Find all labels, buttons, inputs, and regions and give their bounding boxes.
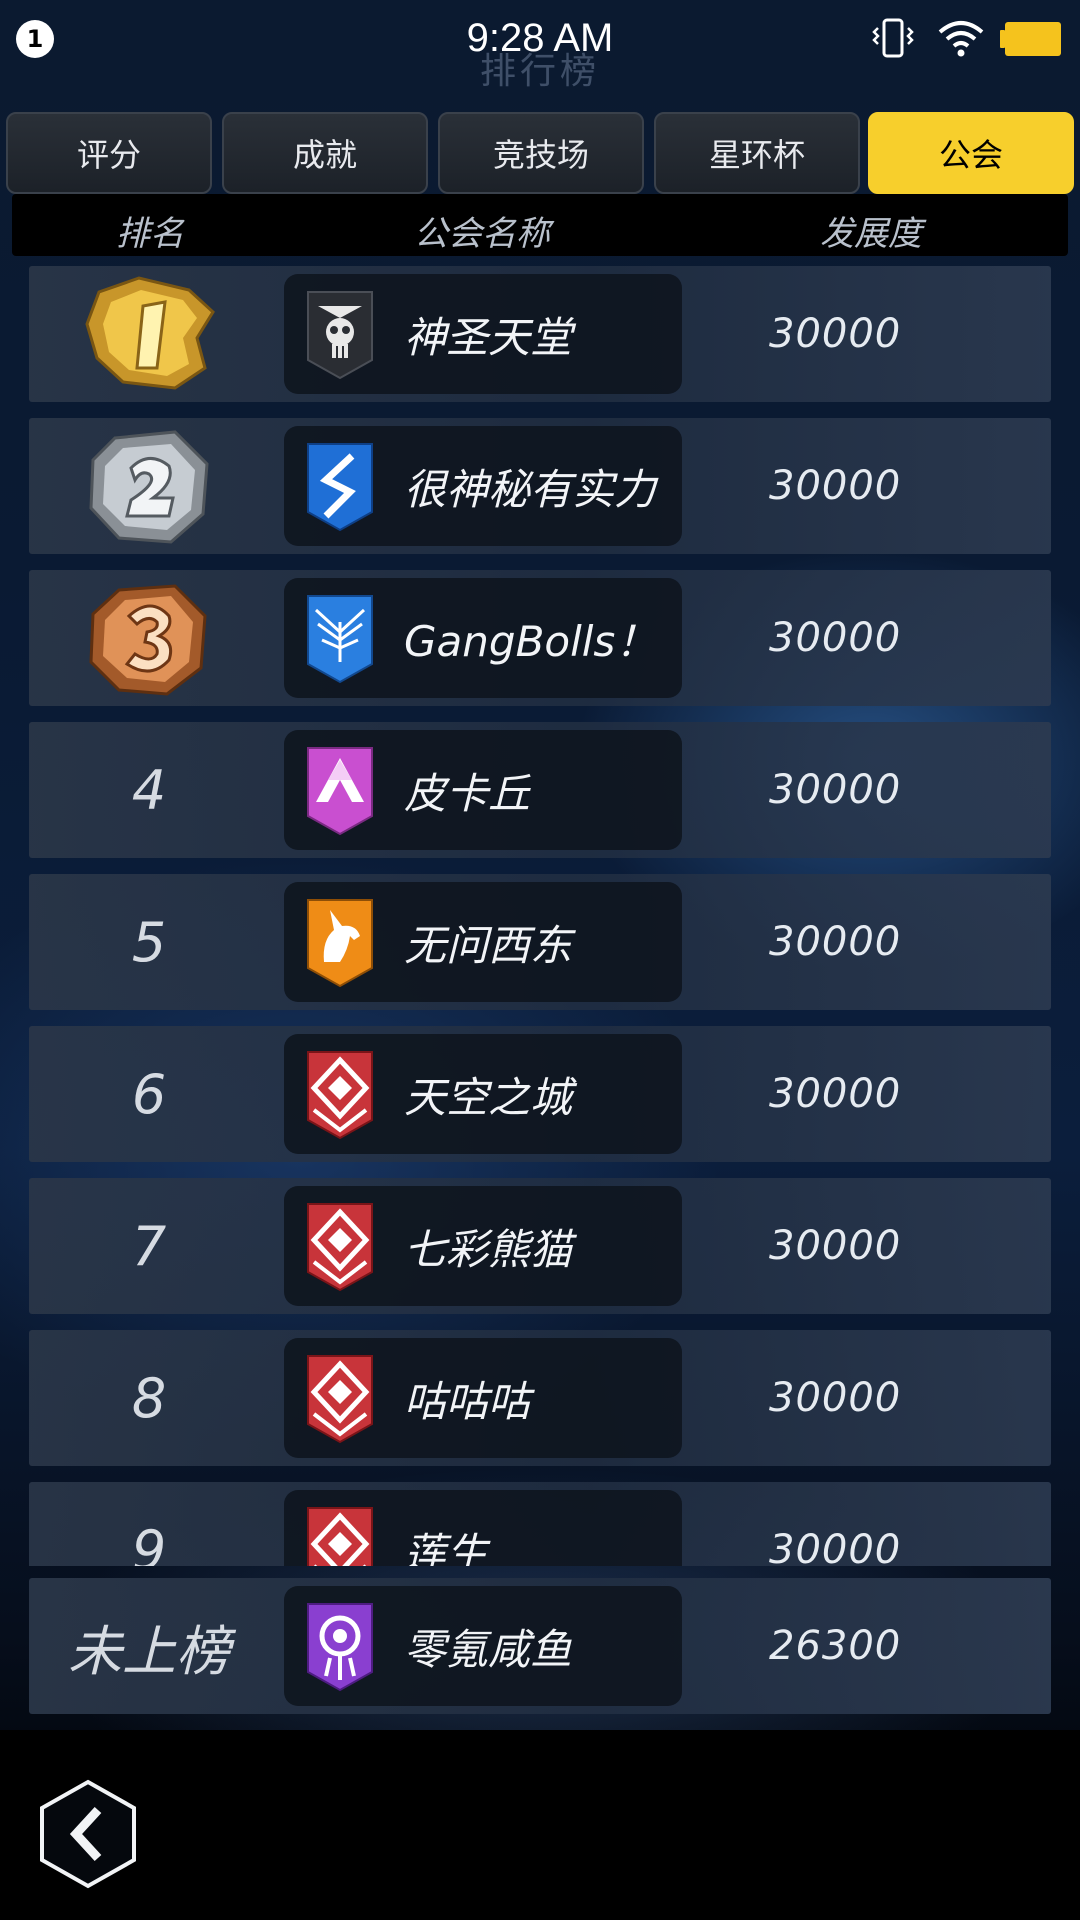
bottom-band (0, 1730, 1080, 1920)
rank-number: 4 (131, 758, 167, 822)
development-score: 30000 (769, 615, 902, 661)
development-score: 26300 (769, 1623, 902, 1669)
guild-name-pill: 神圣天堂 (284, 274, 682, 394)
development-score: 30000 (769, 1223, 902, 1269)
development-score: 30000 (769, 1071, 902, 1117)
leaderboard-row[interactable]: GangBolls！ 30000 (29, 570, 1051, 706)
rank-number: 5 (131, 910, 167, 974)
silver-medal-icon (89, 430, 209, 544)
guild-name-pill: 天空之城 (284, 1034, 682, 1154)
tab-guild[interactable]: 公会 (868, 112, 1074, 194)
leaderboard-row[interactable]: 8 咕咕咕 30000 (29, 1330, 1051, 1466)
column-guild-name: 公会名称 (414, 214, 550, 254)
guild-name: 很神秘有实力 (404, 464, 657, 514)
vibrate-icon (872, 18, 914, 58)
blue-s-emblem-icon (307, 443, 373, 532)
battery-icon (1000, 22, 1061, 56)
leaderboard-row[interactable]: 4 皮卡丘 30000 (29, 722, 1051, 858)
development-score: 30000 (769, 1527, 902, 1566)
orange-unicorn-emblem-icon (307, 899, 373, 988)
guild-name-pill: 皮卡丘 (284, 730, 682, 850)
purple-orb-emblem-icon (307, 1603, 373, 1692)
red-diamond-emblem-icon (307, 1507, 373, 1566)
guild-name-pill: 无问西东 (284, 882, 682, 1002)
red-diamond-emblem-icon (307, 1355, 373, 1444)
guild-name: 莲生 (404, 1528, 489, 1567)
my-guild-rank: 未上榜 (68, 1619, 230, 1683)
back-button[interactable] (36, 1778, 140, 1890)
development-score: 30000 (769, 463, 902, 509)
bronze-medal-icon (89, 584, 207, 696)
column-rank: 排名 (116, 214, 184, 254)
guild-name: 咕咕咕 (404, 1376, 531, 1426)
guild-name: 零氪咸鱼 (404, 1624, 573, 1674)
leaderboard-row[interactable]: 5 无问西东 30000 (29, 874, 1051, 1010)
guild-name-pill: 咕咕咕 (284, 1338, 682, 1458)
tab-arena[interactable]: 竞技场 (438, 112, 644, 194)
leaderboard-row[interactable]: 神圣天堂 30000 (29, 266, 1051, 402)
my-guild-row[interactable]: 未上榜 零氪咸鱼 26300 (29, 1578, 1051, 1714)
skull-emblem-icon (307, 291, 373, 380)
tab-star-ring-cup[interactable]: 星环杯 (654, 112, 860, 194)
guild-name: GangBolls！ (404, 616, 658, 666)
guild-name: 无问西东 (404, 920, 573, 970)
rank-number: 9 (131, 1518, 167, 1567)
guild-name-pill: 莲生 (284, 1490, 682, 1566)
development-score: 30000 (769, 1375, 902, 1421)
red-diamond-emblem-icon (307, 1051, 373, 1140)
column-header: 排名 公会名称 发展度 (12, 194, 1068, 256)
leaderboard-row[interactable]: 7 七彩熊猫 30000 (29, 1178, 1051, 1314)
tab-achievements[interactable]: 成就 (222, 112, 428, 194)
rank-number: 6 (131, 1062, 167, 1126)
guild-name: 皮卡丘 (404, 768, 531, 818)
leaderboard-row[interactable]: 9 莲生 30000 (29, 1482, 1051, 1566)
guild-name: 天空之城 (404, 1072, 573, 1122)
guild-name-pill: 零氪咸鱼 (284, 1586, 682, 1706)
development-score: 30000 (769, 919, 902, 965)
rank-number: 8 (131, 1366, 167, 1430)
guild-name: 七彩熊猫 (404, 1224, 573, 1274)
column-development: 发展度 (820, 214, 922, 254)
development-score: 30000 (769, 767, 902, 813)
gold-medal-icon (85, 276, 215, 390)
guild-name-pill: GangBolls！ (284, 578, 682, 698)
pink-triangle-emblem-icon (307, 747, 373, 836)
tab-bar: 评分 成就 竞技场 星环杯 公会 (0, 112, 1080, 194)
blue-wings-emblem-icon (307, 595, 373, 684)
tab-rating[interactable]: 评分 (6, 112, 212, 194)
guild-name: 神圣天堂 (404, 312, 573, 362)
rank-number: 7 (131, 1214, 167, 1278)
wifi-icon (938, 21, 984, 57)
red-diamond-emblem-icon (307, 1203, 373, 1292)
development-score: 30000 (769, 311, 902, 357)
leaderboard-list[interactable]: 神圣天堂 30000 很神秘有实力 30000 GangBolls！ 30000… (0, 262, 1080, 1566)
leaderboard-row[interactable]: 很神秘有实力 30000 (29, 418, 1051, 554)
status-time: 9:28 AM (466, 16, 614, 60)
guild-name-pill: 很神秘有实力 (284, 426, 682, 546)
guild-name-pill: 七彩熊猫 (284, 1186, 682, 1306)
leaderboard-row[interactable]: 6 天空之城 30000 (29, 1026, 1051, 1162)
status-bar: 1 排行榜 9:28 AM (0, 0, 1080, 92)
